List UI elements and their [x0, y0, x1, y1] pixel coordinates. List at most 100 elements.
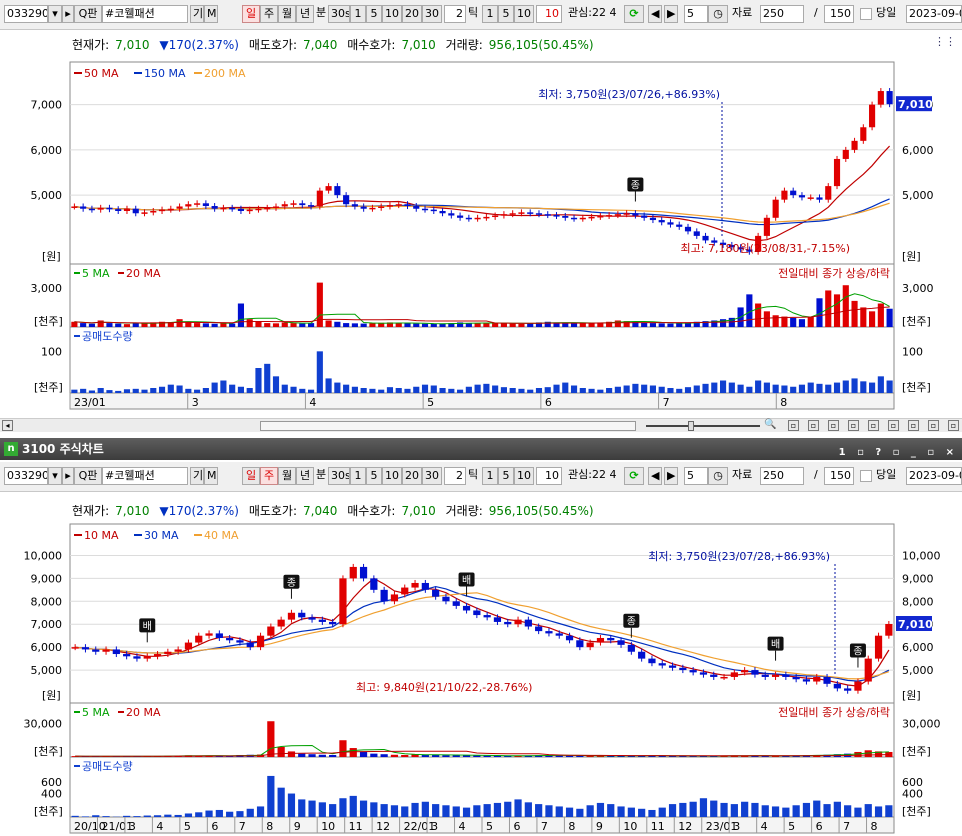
stock-code-input[interactable]: 033290	[4, 5, 48, 23]
tick-count-input-2[interactable]: 10	[536, 467, 562, 485]
refresh-icon-2[interactable]: ⟳	[624, 467, 644, 485]
period-tab-week[interactable]: 주	[260, 5, 278, 23]
min-1-button-2[interactable]: 1	[350, 467, 366, 485]
period-30s-button-2[interactable]: 30s	[328, 467, 350, 485]
clock-icon-2[interactable]: ◷	[708, 467, 728, 485]
period-tab-day-2[interactable]: 일	[242, 467, 260, 485]
short-bar	[277, 787, 285, 817]
next-arrow-button-2[interactable]: ▸	[62, 467, 74, 485]
period-30s-button[interactable]: 30s	[328, 5, 350, 23]
ma-legend-label: 30 MA	[144, 529, 179, 542]
candle-body	[325, 186, 332, 191]
tool-icon-f[interactable]: ▫	[888, 420, 899, 431]
min-5-button[interactable]: 5	[366, 5, 382, 23]
scroll-track[interactable]	[260, 421, 636, 431]
min-20-button[interactable]: 20	[402, 5, 422, 23]
x-tick-label: 5	[788, 820, 795, 833]
search-icon-2[interactable]: Q판	[74, 467, 102, 485]
min-30-button[interactable]: 30	[422, 5, 442, 23]
code-dropdown-button-2[interactable]: ▾	[48, 467, 62, 485]
prev-icon[interactable]: ◀	[648, 5, 662, 23]
period-tab-week-2[interactable]: 주	[260, 467, 278, 485]
candle-body	[790, 190, 797, 196]
stock-name-field[interactable]: #코웰패션	[102, 5, 188, 23]
volume-bar	[851, 300, 858, 327]
min-30-button-2[interactable]: 30	[422, 467, 442, 485]
tool-icon-g[interactable]: ▫	[908, 420, 919, 431]
tick-10-button[interactable]: 10	[514, 5, 534, 23]
stock-name-field-2[interactable]: #코웰패션	[102, 467, 188, 485]
tick-1-button-2[interactable]: 1	[482, 467, 498, 485]
tick-input-2[interactable]: 2	[444, 467, 466, 485]
period-tab-day[interactable]: 일	[242, 5, 260, 23]
same-day-checkbox-2[interactable]	[860, 470, 872, 482]
gi-button[interactable]: 기	[190, 5, 204, 23]
zoom-slider[interactable]	[646, 425, 760, 427]
tick-1-button[interactable]: 1	[482, 5, 498, 23]
tool-icon-h[interactable]: ▫	[928, 420, 939, 431]
play-icon[interactable]: ▶	[664, 5, 678, 23]
volume-bar	[334, 321, 341, 327]
minute-label: 분	[316, 6, 327, 19]
candle-body	[874, 635, 883, 659]
period-tab-month-2[interactable]: 월	[278, 467, 296, 485]
short-bar	[864, 804, 872, 817]
step-input[interactable]: 5	[684, 5, 708, 23]
short-bar	[792, 805, 800, 817]
m-button[interactable]: M	[204, 5, 218, 23]
page-input[interactable]: 150	[824, 5, 854, 23]
tick-input[interactable]: 2	[444, 5, 466, 23]
min-10-button-2[interactable]: 10	[382, 467, 402, 485]
tick-count-input[interactable]: 10	[536, 5, 562, 23]
next-arrow-button[interactable]: ▸	[62, 5, 74, 23]
tool-icon-b[interactable]: ▫	[808, 420, 819, 431]
candle-body	[579, 217, 586, 220]
min-20-button-2[interactable]: 20	[402, 467, 422, 485]
period-tab-month[interactable]: 월	[278, 5, 296, 23]
window-title-bar[interactable]: n 3100 주식차트 1 ▫ ? ▫ _ ▫ ×	[0, 438, 962, 460]
tool-icon-a[interactable]: ▫	[788, 420, 799, 431]
tool-icon-d[interactable]: ▫	[848, 420, 859, 431]
short-bar	[316, 351, 323, 393]
scroll-left-icon[interactable]: ◂	[2, 420, 13, 431]
zoom-icon[interactable]: 🔍	[764, 419, 776, 430]
short-bar	[369, 388, 376, 393]
min-10-button[interactable]: 10	[382, 5, 402, 23]
prev-icon-2[interactable]: ◀	[648, 467, 662, 485]
tool-icon-e[interactable]: ▫	[868, 420, 879, 431]
zoom-thumb[interactable]	[688, 421, 694, 431]
period-tab-year-2[interactable]: 년	[296, 467, 314, 485]
tick-5-button[interactable]: 5	[498, 5, 514, 23]
x-tick-label: 23/01	[74, 396, 106, 409]
page-input-2[interactable]: 150	[824, 467, 854, 485]
date-input-2[interactable]: 2023-09-0	[906, 467, 962, 485]
search-icon[interactable]: Q판	[74, 5, 102, 23]
data-count-select[interactable]: 250	[760, 5, 804, 23]
period-tab-year[interactable]: 년	[296, 5, 314, 23]
m-button-2[interactable]: M	[204, 467, 218, 485]
short-tick-label-right: 100	[902, 345, 923, 358]
date-input[interactable]: 2023-09-0	[906, 5, 962, 23]
daily-chart-svg: 7,0007,0006,0006,0005,0005,000[원][원]50 M…	[31, 61, 934, 410]
data-count-select-2[interactable]: 250	[760, 467, 804, 485]
tick-5-button-2[interactable]: 5	[498, 467, 514, 485]
stock-code-input-2[interactable]: 033290	[4, 467, 48, 485]
step-input-2[interactable]: 5	[684, 467, 708, 485]
window-controls[interactable]: 1 ▫ ? ▫ _ ▫ ×	[839, 442, 958, 464]
tool-icon-c[interactable]: ▫	[828, 420, 839, 431]
play-icon-2[interactable]: ▶	[664, 467, 678, 485]
refresh-icon[interactable]: ⟳	[624, 5, 644, 23]
min-1-button[interactable]: 1	[350, 5, 366, 23]
short-bar	[702, 383, 709, 393]
gi-button-2[interactable]: 기	[190, 467, 204, 485]
clock-icon[interactable]: ◷	[708, 5, 728, 23]
same-day-checkbox[interactable]	[860, 8, 872, 20]
tool-icon-i[interactable]: ▫	[948, 420, 959, 431]
candle-body	[702, 235, 709, 241]
short-bar	[267, 775, 275, 817]
scrollbar-daily[interactable]: ◂ 🔍 ▫ ▫ ▫ ▫ ▫ ▫ ▫ ▫ ▫	[0, 418, 962, 432]
code-dropdown-button[interactable]: ▾	[48, 5, 62, 23]
tick-10-button-2[interactable]: 10	[514, 467, 534, 485]
candle-body	[71, 647, 79, 649]
min-5-button-2[interactable]: 5	[366, 467, 382, 485]
